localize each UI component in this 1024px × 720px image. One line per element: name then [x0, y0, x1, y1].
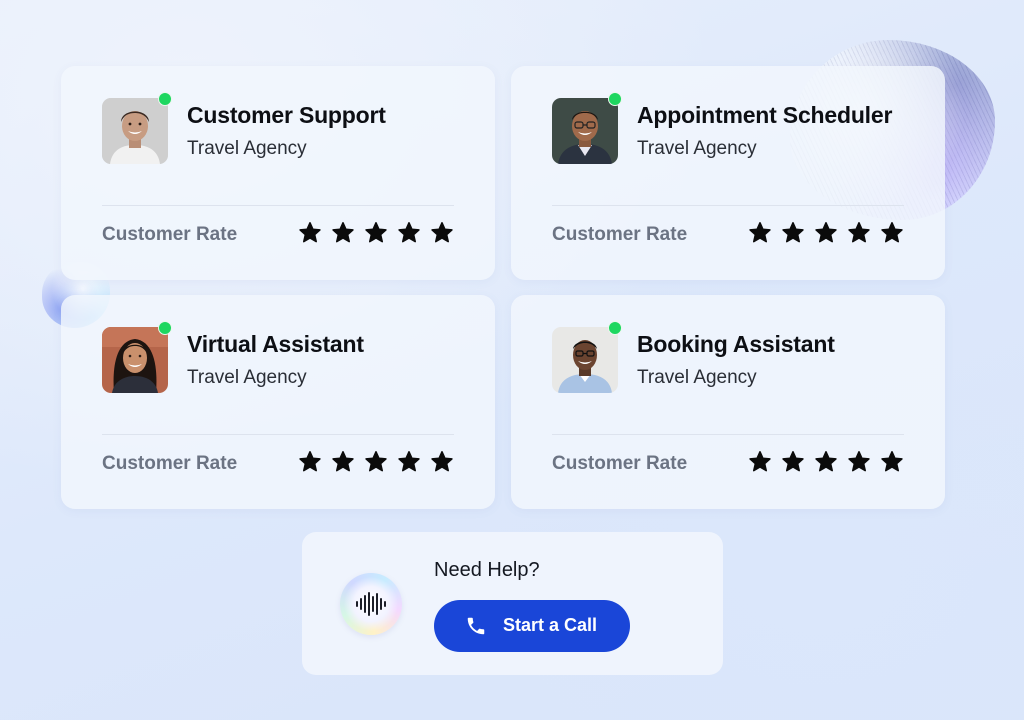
star-icon	[749, 222, 771, 243]
app-frame: Customer Support Travel Agency Customer …	[0, 0, 1024, 720]
start-call-label: Start a Call	[503, 615, 598, 635]
agent-name: Virtual Assistant	[187, 331, 364, 357]
star-rating	[298, 450, 454, 474]
star-icon	[365, 451, 387, 472]
star-icon	[299, 222, 321, 243]
customer-rate-label: Customer Rate	[552, 453, 688, 474]
star-icon	[431, 222, 453, 243]
man-glasses-avatar-icon	[552, 98, 618, 164]
agent-company: Travel Agency	[637, 138, 757, 159]
online-status-dot	[158, 92, 172, 106]
phone-icon	[467, 617, 485, 635]
agent-card-appointment-scheduler[interactable]: Appointment Scheduler Travel Agency Cust…	[511, 66, 945, 280]
help-panel: Need Help? Start a Call	[302, 532, 723, 675]
star-icon	[881, 451, 903, 472]
voice-orb	[340, 573, 402, 635]
star-icon	[398, 451, 420, 472]
sound-wave-icon	[356, 592, 386, 616]
star-icon	[815, 222, 837, 243]
avatar	[552, 321, 622, 393]
customer-rate-label: Customer Rate	[552, 224, 688, 245]
agent-card-booking-assistant[interactable]: Booking Assistant Travel Agency Customer…	[511, 295, 945, 509]
agent-card-virtual-assistant[interactable]: Virtual Assistant Travel Agency Customer…	[61, 295, 495, 509]
divider	[102, 205, 454, 206]
agent-name: Customer Support	[187, 102, 386, 128]
star-icon	[332, 222, 354, 243]
star-icon	[365, 222, 387, 243]
online-status-dot	[158, 321, 172, 335]
star-icon	[431, 451, 453, 472]
star-icon	[782, 222, 804, 243]
man-smiling-avatar-icon	[102, 98, 168, 164]
star-icon	[332, 451, 354, 472]
star-icon	[815, 451, 837, 472]
help-title: Need Help?	[434, 559, 540, 581]
online-status-dot	[608, 92, 622, 106]
star-icon	[782, 451, 804, 472]
star-icon	[848, 222, 870, 243]
divider	[102, 434, 454, 435]
divider	[552, 205, 904, 206]
star-rating	[748, 221, 904, 245]
start-call-button[interactable]: Start a Call	[434, 600, 630, 652]
avatar	[102, 321, 172, 393]
avatar	[552, 92, 622, 164]
online-status-dot	[608, 321, 622, 335]
agent-company: Travel Agency	[187, 367, 307, 388]
agent-name: Appointment Scheduler	[637, 102, 893, 128]
agent-company: Travel Agency	[637, 367, 757, 388]
star-icon	[881, 222, 903, 243]
star-rating	[748, 450, 904, 474]
star-rating	[298, 221, 454, 245]
star-icon	[848, 451, 870, 472]
agent-company: Travel Agency	[187, 138, 307, 159]
divider	[552, 434, 904, 435]
agent-name: Booking Assistant	[637, 331, 835, 357]
agent-card-customer-support[interactable]: Customer Support Travel Agency Customer …	[61, 66, 495, 280]
star-icon	[749, 451, 771, 472]
customer-rate-label: Customer Rate	[102, 453, 238, 474]
customer-rate-label: Customer Rate	[102, 224, 238, 245]
star-icon	[398, 222, 420, 243]
woman-smiling-avatar-icon	[102, 327, 168, 393]
star-icon	[299, 451, 321, 472]
man-shirt-avatar-icon	[552, 327, 618, 393]
avatar	[102, 92, 172, 164]
